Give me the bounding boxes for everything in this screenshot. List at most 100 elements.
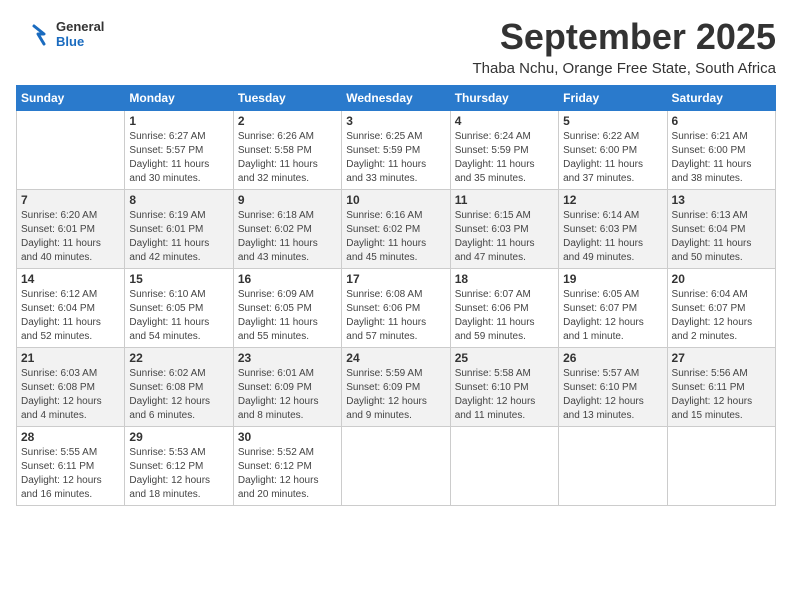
day-number: 21	[21, 351, 120, 365]
day-info: Sunrise: 5:59 AM Sunset: 6:09 PM Dayligh…	[346, 367, 445, 423]
calendar-table: SundayMondayTuesdayWednesdayThursdayFrid…	[16, 85, 776, 506]
page-header: General Blue September 2025 Thaba Nchu, …	[16, 16, 776, 77]
day-info: Sunrise: 5:56 AM Sunset: 6:11 PM Dayligh…	[672, 367, 771, 423]
day-info: Sunrise: 6:09 AM Sunset: 6:05 PM Dayligh…	[238, 288, 337, 344]
logo-icon	[16, 16, 52, 52]
day-number: 5	[563, 114, 662, 128]
calendar-cell: 26Sunrise: 5:57 AM Sunset: 6:10 PM Dayli…	[559, 348, 667, 427]
day-number: 1	[129, 114, 228, 128]
day-info: Sunrise: 5:58 AM Sunset: 6:10 PM Dayligh…	[455, 367, 554, 423]
day-number: 14	[21, 272, 120, 286]
day-number: 29	[129, 430, 228, 444]
day-info: Sunrise: 6:15 AM Sunset: 6:03 PM Dayligh…	[455, 209, 554, 265]
header-sunday: Sunday	[17, 86, 125, 111]
day-info: Sunrise: 6:07 AM Sunset: 6:06 PM Dayligh…	[455, 288, 554, 344]
day-number: 22	[129, 351, 228, 365]
day-info: Sunrise: 6:04 AM Sunset: 6:07 PM Dayligh…	[672, 288, 771, 344]
calendar-cell: 10 Sunrise: 6:16 AM Sunset: 6:02 PM Dayli…	[342, 190, 450, 269]
calendar-cell: 2 Sunrise: 6:26 AM Sunset: 5:58 PM Daylig…	[233, 111, 341, 190]
calendar-cell: 29 Sunrise: 5:53 AM Sunset: 6:12 PM Dayli…	[125, 427, 233, 506]
calendar-cell	[342, 427, 450, 506]
day-info: Sunrise: 6:03 AM Sunset: 6:08 PM Dayligh…	[21, 367, 120, 423]
day-number: 7	[21, 193, 120, 207]
header-thursday: Thursday	[450, 86, 558, 111]
day-info: Sunrise: 6:21 AM Sunset: 6:00 PM Dayligh…	[672, 130, 771, 186]
day-number: 15	[129, 272, 228, 286]
day-info: Sunrise: 6:10 AM Sunset: 6:05 PM Dayligh…	[129, 288, 228, 344]
day-number: 30	[238, 430, 337, 444]
day-number: 6	[672, 114, 771, 128]
calendar-cell: 15 Sunrise: 6:10 AM Sunset: 6:05 PM Dayli…	[125, 269, 233, 348]
day-number: 18	[455, 272, 554, 286]
day-info: Sunrise: 6:01 AM Sunset: 6:09 PM Dayligh…	[238, 367, 337, 423]
day-number: 28	[21, 430, 120, 444]
logo-blue: Blue	[56, 34, 104, 49]
day-info: Sunrise: 6:26 AM Sunset: 5:58 PM Dayligh…	[238, 130, 337, 186]
day-number: 3	[346, 114, 445, 128]
calendar-cell: 24 Sunrise: 5:59 AM Sunset: 6:09 PM Dayli…	[342, 348, 450, 427]
calendar-cell: 14 Sunrise: 6:12 AM Sunset: 6:04 PM Dayli…	[17, 269, 125, 348]
day-number: 19	[563, 272, 662, 286]
day-number: 17	[346, 272, 445, 286]
header-tuesday: Tuesday	[233, 86, 341, 111]
header-saturday: Saturday	[667, 86, 775, 111]
day-info: Sunrise: 5:52 AM Sunset: 6:12 PM Dayligh…	[238, 446, 337, 502]
calendar-cell: 23 Sunrise: 6:01 AM Sunset: 6:09 PM Dayli…	[233, 348, 341, 427]
day-info: Sunrise: 6:24 AM Sunset: 5:59 PM Dayligh…	[455, 130, 554, 186]
day-number: 26	[563, 351, 662, 365]
day-number: 16	[238, 272, 337, 286]
day-number: 20	[672, 272, 771, 286]
calendar-header-row: SundayMondayTuesdayWednesdayThursdayFrid…	[17, 86, 776, 111]
day-info: Sunrise: 6:02 AM Sunset: 6:08 PM Dayligh…	[129, 367, 228, 423]
day-info: Sunrise: 6:05 AM Sunset: 6:07 PM Dayligh…	[563, 288, 662, 344]
calendar-week-row: 14 Sunrise: 6:12 AM Sunset: 6:04 PM Dayli…	[17, 269, 776, 348]
calendar-cell: 19 Sunrise: 6:05 AM Sunset: 6:07 PM Dayli…	[559, 269, 667, 348]
logo: General Blue	[16, 16, 104, 52]
day-number: 12	[563, 193, 662, 207]
day-number: 13	[672, 193, 771, 207]
calendar-title: September 2025	[472, 16, 776, 58]
day-number: 8	[129, 193, 228, 207]
day-number: 27	[672, 351, 771, 365]
day-info: Sunrise: 6:27 AM Sunset: 5:57 PM Dayligh…	[129, 130, 228, 186]
header-wednesday: Wednesday	[342, 86, 450, 111]
day-number: 25	[455, 351, 554, 365]
day-info: Sunrise: 6:25 AM Sunset: 5:59 PM Dayligh…	[346, 130, 445, 186]
day-number: 2	[238, 114, 337, 128]
day-info: Sunrise: 6:16 AM Sunset: 6:02 PM Dayligh…	[346, 209, 445, 265]
title-section: September 2025 Thaba Nchu, Orange Free S…	[472, 16, 776, 77]
day-number: 11	[455, 193, 554, 207]
day-info: Sunrise: 6:12 AM Sunset: 6:04 PM Dayligh…	[21, 288, 120, 344]
calendar-cell: 12 Sunrise: 6:14 AM Sunset: 6:03 PM Dayli…	[559, 190, 667, 269]
calendar-cell: 4 Sunrise: 6:24 AM Sunset: 5:59 PM Daylig…	[450, 111, 558, 190]
day-number: 24	[346, 351, 445, 365]
calendar-week-row: 1 Sunrise: 6:27 AM Sunset: 5:57 PM Daylig…	[17, 111, 776, 190]
day-info: Sunrise: 5:53 AM Sunset: 6:12 PM Dayligh…	[129, 446, 228, 502]
calendar-cell: 25 Sunrise: 5:58 AM Sunset: 6:10 PM Dayli…	[450, 348, 558, 427]
calendar-cell: 13 Sunrise: 6:13 AM Sunset: 6:04 PM Dayli…	[667, 190, 775, 269]
calendar-cell: 30 Sunrise: 5:52 AM Sunset: 6:12 PM Dayli…	[233, 427, 341, 506]
calendar-cell: 11 Sunrise: 6:15 AM Sunset: 6:03 PM Dayli…	[450, 190, 558, 269]
calendar-cell	[667, 427, 775, 506]
day-number: 10	[346, 193, 445, 207]
day-info: Sunrise: 6:13 AM Sunset: 6:04 PM Dayligh…	[672, 209, 771, 265]
day-info: Sunrise: 6:18 AM Sunset: 6:02 PM Dayligh…	[238, 209, 337, 265]
calendar-cell: 1 Sunrise: 6:27 AM Sunset: 5:57 PM Daylig…	[125, 111, 233, 190]
calendar-week-row: 21 Sunrise: 6:03 AM Sunset: 6:08 PM Dayli…	[17, 348, 776, 427]
day-info: Sunrise: 6:19 AM Sunset: 6:01 PM Dayligh…	[129, 209, 228, 265]
calendar-cell	[450, 427, 558, 506]
day-info: Sunrise: 5:55 AM Sunset: 6:11 PM Dayligh…	[21, 446, 120, 502]
calendar-cell: 22 Sunrise: 6:02 AM Sunset: 6:08 PM Dayli…	[125, 348, 233, 427]
day-number: 23	[238, 351, 337, 365]
calendar-cell: 9Sunrise: 6:18 AM Sunset: 6:02 PM Daylig…	[233, 190, 341, 269]
calendar-cell: 28 Sunrise: 5:55 AM Sunset: 6:11 PM Dayli…	[17, 427, 125, 506]
header-monday: Monday	[125, 86, 233, 111]
header-friday: Friday	[559, 86, 667, 111]
day-info: Sunrise: 6:22 AM Sunset: 6:00 PM Dayligh…	[563, 130, 662, 186]
calendar-cell: 8 Sunrise: 6:19 AM Sunset: 6:01 PM Daylig…	[125, 190, 233, 269]
day-number: 4	[455, 114, 554, 128]
calendar-cell: 18 Sunrise: 6:07 AM Sunset: 6:06 PM Dayli…	[450, 269, 558, 348]
calendar-week-row: 7Sunrise: 6:20 AM Sunset: 6:01 PM Daylig…	[17, 190, 776, 269]
calendar-cell: 16 Sunrise: 6:09 AM Sunset: 6:05 PM Dayli…	[233, 269, 341, 348]
day-info: Sunrise: 6:14 AM Sunset: 6:03 PM Dayligh…	[563, 209, 662, 265]
